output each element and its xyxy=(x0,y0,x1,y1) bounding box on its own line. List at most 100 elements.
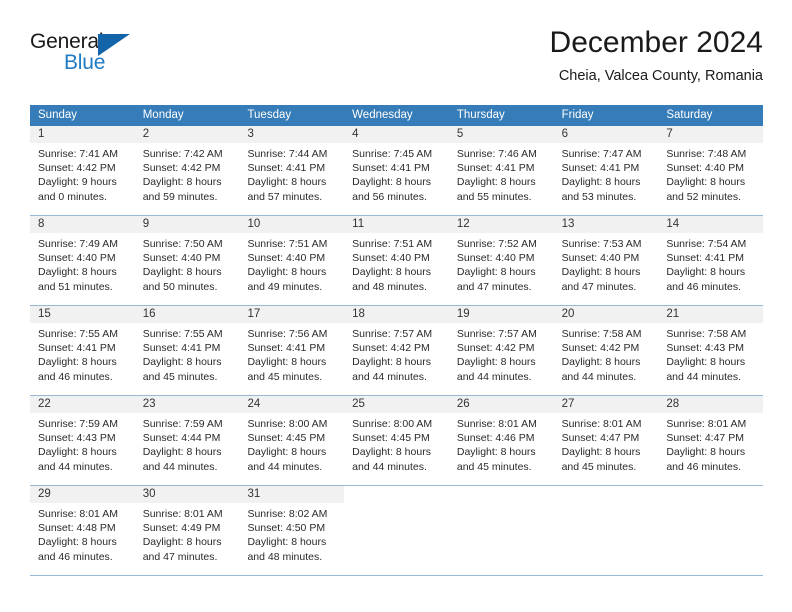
day-cell[interactable]: 22 Sunrise: 7:59 AM Sunset: 4:43 PM Dayligh… xyxy=(30,396,135,485)
day-number: 18 xyxy=(344,306,449,323)
day-cell[interactable]: 24 Sunrise: 8:00 AM Sunset: 4:45 PM Dayligh… xyxy=(239,396,345,485)
weekday-header-saturday: Saturday xyxy=(666,109,713,121)
sunset-text: Sunset: 4:45 PM xyxy=(247,432,326,445)
sunset-text: Sunset: 4:49 PM xyxy=(142,522,221,535)
sunrise-text: Sunrise: 8:01 AM xyxy=(38,508,118,520)
week-row-inner: 1 Sunrise: 7:41 AM Sunset: 4:42 PM Daylight… xyxy=(30,126,764,215)
day-cell[interactable]: 1 Sunrise: 7:41 AM Sunset: 4:42 PM Daylight… xyxy=(30,126,135,215)
day-cell[interactable]: 5 Sunrise: 7:46 AM Sunset: 4:41 PM Daylight… xyxy=(448,126,554,215)
day-cell[interactable]: 9 Sunrise: 7:50 AM Sunset: 4:40 PM Daylight… xyxy=(134,216,240,305)
daylight-text-line1: Daylight: 8 hours xyxy=(666,266,746,279)
day-cell-body xyxy=(449,503,554,507)
day-number: 16 xyxy=(134,306,240,323)
day-cell[interactable]: 23 Sunrise: 7:59 AM Sunset: 4:44 PM Dayligh… xyxy=(134,396,240,485)
day-cell-body: Sunrise: 8:01 AM Sunset: 4:49 PM Daylight:… xyxy=(135,503,240,564)
sunset-text: Sunset: 4:41 PM xyxy=(666,252,744,265)
daylight-text-line1: Daylight: 8 hours xyxy=(666,446,746,459)
day-cell-body: Sunrise: 7:44 AM Sunset: 4:41 PM Daylight:… xyxy=(239,143,344,204)
day-cell[interactable]: 31 Sunrise: 8:02 AM Sunset: 4:50 PM Dayligh… xyxy=(239,486,345,575)
day-number: 31 xyxy=(239,486,345,503)
day-cell-body: Sunrise: 7:59 AM Sunset: 4:44 PM Daylight:… xyxy=(135,413,240,474)
weekday-header-row: Sunday Monday Tuesday Wednesday Thursday… xyxy=(30,105,763,126)
daylight-text-line1: Daylight: 8 hours xyxy=(142,266,222,279)
sunrise-text: Sunrise: 7:57 AM xyxy=(456,328,537,340)
sunset-text: Sunset: 4:41 PM xyxy=(561,162,640,175)
day-cell[interactable]: 27 Sunrise: 8:01 AM Sunset: 4:47 PM Dayligh… xyxy=(553,396,659,485)
daylight-text-line2: and 45 minutes. xyxy=(142,370,218,383)
day-number: 11 xyxy=(344,216,449,233)
page-header: General Blue December 2024 Cheia, Valcea… xyxy=(30,26,763,98)
day-cell-body: Sunrise: 7:54 AM Sunset: 4:41 PM Daylight:… xyxy=(658,233,763,294)
day-cell[interactable]: 10 Sunrise: 7:51 AM Sunset: 4:40 PM Dayligh… xyxy=(239,216,345,305)
day-cell-body: Sunrise: 8:01 AM Sunset: 4:47 PM Daylight:… xyxy=(554,413,659,474)
day-number: 24 xyxy=(239,396,345,413)
daylight-text-line1: Daylight: 8 hours xyxy=(352,446,431,459)
day-number: 4 xyxy=(344,126,449,143)
day-cell[interactable]: 30 Sunrise: 8:01 AM Sunset: 4:49 PM Dayligh… xyxy=(134,486,240,575)
day-cell[interactable]: 21 Sunrise: 7:58 AM Sunset: 4:43 PM Dayligh… xyxy=(658,306,764,395)
day-cell[interactable]: 2 Sunrise: 7:42 AM Sunset: 4:42 PM Daylight… xyxy=(134,126,240,215)
calendar-grid: Sunday Monday Tuesday Wednesday Thursday… xyxy=(30,105,764,576)
day-cell[interactable]: 16 Sunrise: 7:55 AM Sunset: 4:41 PM Dayligh… xyxy=(134,306,240,395)
week-row: 8 Sunrise: 7:49 AM Sunset: 4:40 PM Daylight… xyxy=(30,215,764,305)
day-cell-body: Sunrise: 7:57 AM Sunset: 4:42 PM Daylight:… xyxy=(344,323,449,384)
day-number: 17 xyxy=(239,306,345,323)
daylight-text-line2: and 45 minutes. xyxy=(456,460,532,473)
daylight-text-line1: Daylight: 8 hours xyxy=(352,176,431,189)
day-cell[interactable]: 19 Sunrise: 7:57 AM Sunset: 4:42 PM Dayligh… xyxy=(448,306,554,395)
page-subtitle: Cheia, Valcea County, Romania xyxy=(558,68,763,84)
day-cell[interactable]: 12 Sunrise: 7:52 AM Sunset: 4:40 PM Dayligh… xyxy=(448,216,554,305)
day-cell[interactable]: 15 Sunrise: 7:55 AM Sunset: 4:41 PM Dayligh… xyxy=(30,306,135,395)
day-cell[interactable]: 7 Sunrise: 7:48 AM Sunset: 4:40 PM Daylight… xyxy=(658,126,764,215)
day-cell[interactable]: 17 Sunrise: 7:56 AM Sunset: 4:41 PM Dayligh… xyxy=(239,306,345,395)
sunrise-text: Sunrise: 7:54 AM xyxy=(666,238,747,250)
day-cell[interactable]: 25 Sunrise: 8:00 AM Sunset: 4:45 PM Dayligh… xyxy=(344,396,449,485)
sunrise-text: Sunrise: 7:49 AM xyxy=(38,238,118,250)
day-cell[interactable]: 18 Sunrise: 7:57 AM Sunset: 4:42 PM Dayligh… xyxy=(344,306,449,395)
daylight-text-line2: and 52 minutes. xyxy=(666,190,742,203)
sunset-text: Sunset: 4:40 PM xyxy=(666,162,744,175)
daylight-text-line2: and 0 minutes. xyxy=(38,190,107,203)
week-row: 1 Sunrise: 7:41 AM Sunset: 4:42 PM Daylight… xyxy=(30,126,764,215)
day-number: 22 xyxy=(30,396,135,413)
day-number xyxy=(344,486,449,503)
day-cell[interactable]: 4 Sunrise: 7:45 AM Sunset: 4:41 PM Daylight… xyxy=(344,126,449,215)
sunrise-text: Sunrise: 7:53 AM xyxy=(561,238,642,250)
daylight-text-line1: Daylight: 8 hours xyxy=(38,356,117,369)
daylight-text-line1: Daylight: 8 hours xyxy=(456,176,536,189)
day-cell[interactable]: 13 Sunrise: 7:53 AM Sunset: 4:40 PM Dayligh… xyxy=(553,216,659,305)
day-cell[interactable]: 6 Sunrise: 7:47 AM Sunset: 4:41 PM Daylight… xyxy=(553,126,659,215)
daylight-text-line2: and 51 minutes. xyxy=(38,280,113,293)
day-cell[interactable]: 29 Sunrise: 8:01 AM Sunset: 4:48 PM Dayligh… xyxy=(30,486,135,575)
sunrise-text: Sunrise: 7:45 AM xyxy=(352,148,433,160)
sunset-text: Sunset: 4:40 PM xyxy=(456,252,535,265)
sunset-text: Sunset: 4:41 PM xyxy=(38,342,116,355)
daylight-text-line1: Daylight: 8 hours xyxy=(38,536,117,549)
sunset-text: Sunset: 4:40 PM xyxy=(561,252,640,265)
daylight-text-line1: Daylight: 8 hours xyxy=(142,536,222,549)
sunset-text: Sunset: 4:45 PM xyxy=(352,432,430,445)
calendar-page: General Blue December 2024 Cheia, Valcea… xyxy=(0,0,792,612)
day-cell[interactable]: 26 Sunrise: 8:01 AM Sunset: 4:46 PM Dayligh… xyxy=(448,396,554,485)
daylight-text-line2: and 57 minutes. xyxy=(247,190,323,203)
day-cell[interactable]: 14 Sunrise: 7:54 AM Sunset: 4:41 PM Dayligh… xyxy=(658,216,764,305)
daylight-text-line1: Daylight: 8 hours xyxy=(456,356,536,369)
day-number: 30 xyxy=(134,486,240,503)
day-cell[interactable]: 20 Sunrise: 7:58 AM Sunset: 4:42 PM Dayligh… xyxy=(553,306,659,395)
daylight-text-line1: Daylight: 8 hours xyxy=(247,536,327,549)
sunrise-text: Sunrise: 7:47 AM xyxy=(561,148,642,160)
general-blue-logo[interactable]: General Blue xyxy=(30,30,150,82)
daylight-text-line2: and 44 minutes. xyxy=(352,370,427,383)
daylight-text-line1: Daylight: 8 hours xyxy=(247,446,327,459)
day-number: 29 xyxy=(30,486,135,503)
day-cell[interactable]: 8 Sunrise: 7:49 AM Sunset: 4:40 PM Daylight… xyxy=(30,216,135,305)
day-cell[interactable]: 11 Sunrise: 7:51 AM Sunset: 4:40 PM Dayligh… xyxy=(344,216,449,305)
day-cell-empty xyxy=(553,486,659,575)
day-number: 27 xyxy=(553,396,659,413)
day-cell[interactable]: 3 Sunrise: 7:44 AM Sunset: 4:41 PM Daylight… xyxy=(239,126,345,215)
day-cell[interactable]: 28 Sunrise: 8:01 AM Sunset: 4:47 PM Dayligh… xyxy=(658,396,764,485)
day-number: 5 xyxy=(448,126,554,143)
day-number xyxy=(658,486,764,503)
sunset-text: Sunset: 4:40 PM xyxy=(247,252,326,265)
day-cell-body: Sunrise: 7:51 AM Sunset: 4:40 PM Daylight:… xyxy=(239,233,344,294)
